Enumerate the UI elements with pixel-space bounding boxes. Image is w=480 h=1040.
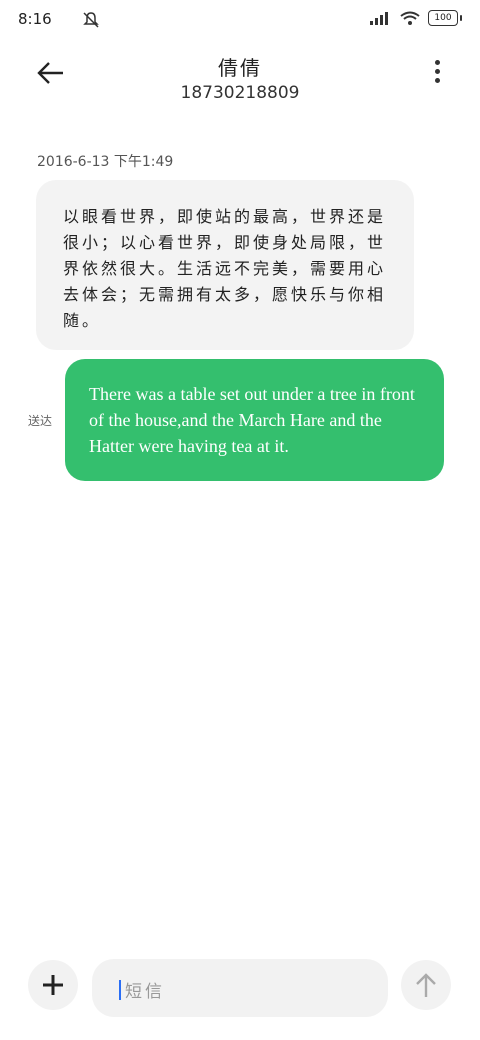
delivery-status: 送达 xyxy=(28,414,53,428)
incoming-message-bubble[interactable]: 以眼看世界，即使站的最高，世界还是很小；以心看世界，即使身处局限，世界依然很大。… xyxy=(36,180,414,350)
message-input[interactable]: 短信 xyxy=(92,959,388,1017)
send-button[interactable] xyxy=(401,960,451,1010)
incoming-message-text: 以眼看世界，即使站的最高，世界还是很小；以心看世界，即使身处局限，世界依然很大。… xyxy=(63,207,387,330)
back-arrow-icon[interactable] xyxy=(36,58,66,88)
send-arrow-icon xyxy=(416,973,436,997)
status-bar: 8:16 100 xyxy=(0,0,480,40)
contact-title: 倩倩 18730218809 xyxy=(140,52,340,103)
signal-icon xyxy=(370,12,388,25)
status-time: 8:16 xyxy=(18,10,52,28)
conversation-header: 倩倩 18730218809 xyxy=(0,50,480,110)
composer-bar: 短信 xyxy=(0,955,480,1025)
outgoing-message-text: There was a table set out under a tree i… xyxy=(89,384,415,456)
add-attachment-button[interactable] xyxy=(28,960,78,1010)
plus-icon xyxy=(43,975,63,995)
message-input-placeholder: 短信 xyxy=(125,982,165,1002)
outgoing-message-bubble[interactable]: There was a table set out under a tree i… xyxy=(65,359,444,481)
more-vert-icon[interactable] xyxy=(432,60,442,86)
status-icons: 100 xyxy=(370,10,462,26)
text-cursor xyxy=(119,980,121,1000)
contact-number: 18730218809 xyxy=(180,83,300,103)
message-timestamp: 2016-6-13 下午1:49 xyxy=(37,154,174,170)
battery-icon: 100 xyxy=(428,10,462,26)
mute-icon xyxy=(83,12,99,28)
contact-name: 倩倩 xyxy=(218,56,262,80)
wifi-icon xyxy=(400,11,420,25)
